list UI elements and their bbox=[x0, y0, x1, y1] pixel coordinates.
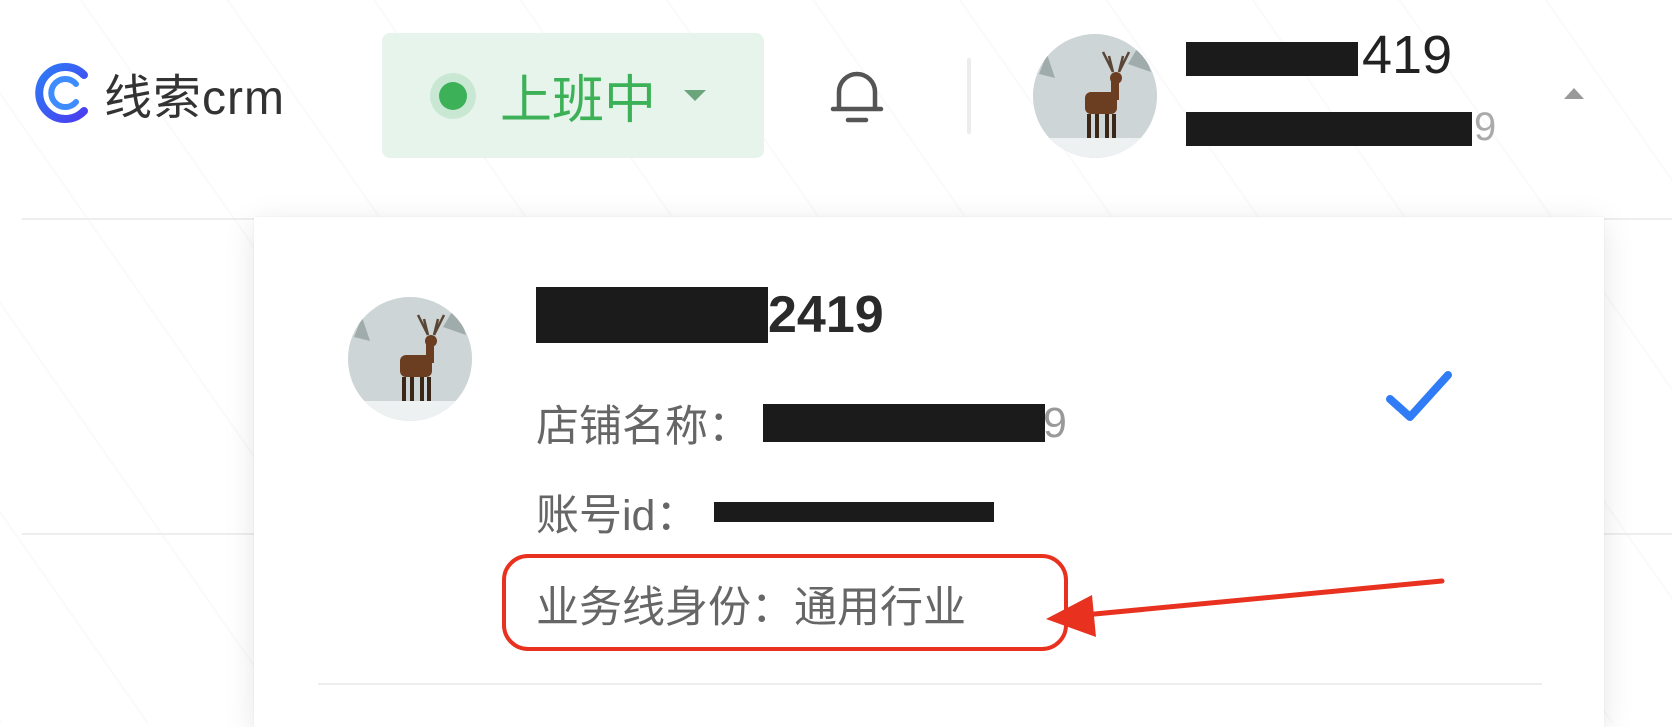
annotation-highlight-box bbox=[502, 554, 1068, 651]
redacted-block bbox=[1186, 41, 1358, 76]
app-logo[interactable]: 线索crm bbox=[34, 58, 285, 128]
user-avatar[interactable] bbox=[1033, 34, 1157, 158]
toolbar-divider bbox=[967, 58, 971, 134]
redacted-block bbox=[536, 287, 768, 343]
account-dropdown-panel: 2419 店铺名称： 9 账号id： 业务线身份： 通用行业 bbox=[254, 217, 1604, 727]
redacted-block bbox=[1186, 112, 1472, 147]
work-status-dropdown[interactable]: 上班中 bbox=[382, 33, 764, 158]
status-label: 上班中 bbox=[500, 72, 657, 130]
deer-photo bbox=[348, 297, 472, 421]
user-shop-name: 9 bbox=[1186, 105, 1496, 150]
shop-name-row: 店铺名称： 9 bbox=[536, 392, 1067, 454]
bell-icon[interactable] bbox=[824, 62, 890, 128]
check-icon bbox=[1386, 371, 1452, 421]
deer-photo bbox=[1033, 34, 1157, 158]
caret-up-icon[interactable] bbox=[1564, 88, 1584, 99]
panel-divider bbox=[318, 683, 1542, 685]
shop-name-label: 店铺名称： bbox=[536, 403, 751, 451]
top-bar: 线索crm 上班中 419 9 bbox=[0, 0, 1672, 200]
logo-text: 线索crm bbox=[104, 72, 285, 125]
redacted-block bbox=[714, 502, 995, 522]
caret-down-icon bbox=[684, 90, 707, 101]
redacted-block bbox=[763, 404, 1045, 442]
logo-c-icon bbox=[35, 63, 88, 123]
account-name: 2419 bbox=[536, 285, 884, 345]
user-display-name: 419 bbox=[1186, 24, 1452, 86]
account-avatar bbox=[348, 297, 472, 421]
account-id-row: 账号id： bbox=[536, 481, 995, 543]
status-online-dot-icon bbox=[430, 72, 476, 119]
account-id-label: 账号id： bbox=[536, 492, 699, 540]
annotation-arrow-icon bbox=[1046, 578, 1445, 637]
